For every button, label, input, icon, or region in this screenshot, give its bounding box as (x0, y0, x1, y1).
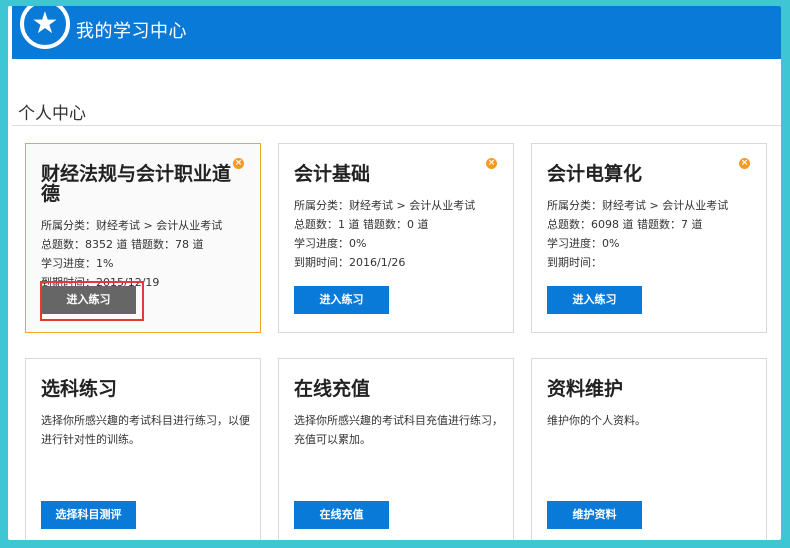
course-expire: 到期时间：2016/1/26 (294, 256, 406, 269)
maintain-profile-button[interactable]: 维护资料 (547, 501, 642, 529)
course-progress: 学习进度：1% (41, 257, 114, 270)
course-progress: 学习进度：0% (294, 237, 367, 250)
action-title: 选科练习 (41, 378, 118, 400)
recharge-button[interactable]: 在线充值 (294, 501, 389, 529)
course-counts: 总题数：6098 道 错题数：7 道 (547, 218, 703, 231)
star-icon: ★ (20, 6, 70, 49)
course-category: 所属分类：财经考试 > 会计从业考试 (41, 219, 223, 232)
section-divider (12, 125, 781, 126)
enter-practice-button[interactable]: 进入练习 (294, 286, 389, 314)
header-bar: ★ 我的学习中心 (12, 6, 781, 59)
page-title: 我的学习中心 (76, 21, 187, 42)
action-title: 资料维护 (547, 378, 624, 400)
main-frame: ★ 我的学习中心 个人中心 × 财经法规与会计职业道德 所属分类：财经考试 > … (8, 6, 781, 540)
course-title: 会计基础 (294, 163, 371, 185)
course-category: 所属分类：财经考试 > 会计从业考试 (547, 199, 729, 212)
course-title: 会计电算化 (547, 163, 643, 185)
course-card-2: × 会计基础 所属分类：财经考试 > 会计从业考试 总题数：1 道 错题数：0 … (278, 143, 514, 333)
course-expire: 到期时间： (547, 256, 602, 269)
select-subject-button[interactable]: 选择科目测评 (41, 501, 136, 529)
action-description: 选择你所感兴趣的考试科目进行练习，以便进行针对性的训练。 (41, 414, 250, 446)
course-counts: 总题数：8352 道 错题数：78 道 (41, 238, 204, 251)
course-category: 所属分类：财经考试 > 会计从业考试 (294, 199, 476, 212)
highlight-box (40, 281, 144, 321)
course-progress: 学习进度：0% (547, 237, 620, 250)
course-title: 财经法规与会计职业道德 (41, 163, 232, 205)
action-card-select-subject: 选科练习 选择你所感兴趣的考试科目进行练习，以便进行针对性的训练。 选择科目测评 (25, 358, 261, 540)
action-card-profile: 资料维护 维护你的个人资料。 维护资料 (531, 358, 767, 540)
course-counts: 总题数：1 道 错题数：0 道 (294, 218, 429, 231)
enter-practice-button[interactable]: 进入练习 (547, 286, 642, 314)
action-description: 维护你的个人资料。 (547, 414, 646, 427)
course-card-3: × 会计电算化 所属分类：财经考试 > 会计从业考试 总题数：6098 道 错题… (531, 143, 767, 333)
section-title: 个人中心 (18, 104, 86, 124)
action-description: 选择你所感兴趣的考试科目充值进行练习，充值可以累加。 (294, 414, 503, 446)
action-card-recharge: 在线充值 选择你所感兴趣的考试科目充值进行练习，充值可以累加。 在线充值 (278, 358, 514, 540)
action-title: 在线充值 (294, 378, 371, 400)
